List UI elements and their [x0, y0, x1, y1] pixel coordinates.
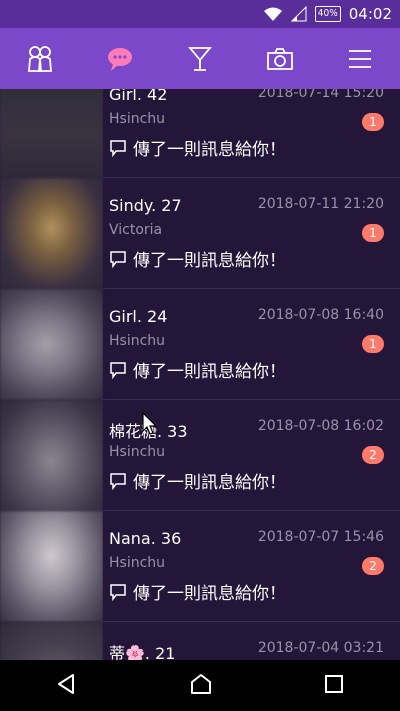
wifi-icon — [263, 7, 282, 21]
timestamp: 2018-07-11 21:20 — [257, 196, 384, 212]
message-text: 傳了一則訊息給你！ — [133, 584, 286, 604]
avatar — [0, 511, 103, 622]
camera-icon — [267, 47, 293, 70]
status-bar: 40% 04:02 — [0, 0, 400, 28]
cocktail-icon — [188, 46, 212, 71]
timestamp: 2018-07-08 16:40 — [257, 307, 384, 323]
back-button[interactable] — [55, 672, 79, 700]
contact-city: Hsinchu — [109, 333, 166, 349]
menu-icon — [349, 49, 371, 68]
battery-icon: 40% — [314, 6, 341, 22]
message-preview: 傳了一則訊息給你！ — [109, 246, 286, 271]
contact-name: Nana. 36 — [109, 529, 182, 548]
signal-icon — [290, 6, 307, 22]
contact-name: Girl. 24 — [109, 307, 168, 326]
timestamp: 2018-07-14 15:20 — [257, 89, 384, 101]
message-text: 傳了一則訊息給你！ — [133, 362, 286, 382]
tab-cocktail[interactable] — [175, 34, 225, 84]
conversation-content: Nana. 36 2018-07-07 15:46 Hsinchu 2 傳了一則… — [103, 511, 400, 622]
conversation-content: Sindy. 27 2018-07-11 21:20 Victoria 1 傳了… — [103, 178, 400, 289]
timestamp: 2018-07-04 03:21 — [257, 640, 384, 656]
speech-bubble-icon — [110, 361, 126, 379]
speech-bubble-icon — [110, 583, 126, 601]
unread-badge: 2 — [362, 557, 384, 575]
tab-menu[interactable] — [335, 34, 385, 84]
conversation-content: Girl. 24 2018-07-08 16:40 Hsinchu 1 傳了一則… — [103, 289, 400, 400]
avatar — [0, 400, 103, 511]
contact-name: Girl. 42 — [109, 89, 168, 104]
chat-icon — [108, 47, 132, 71]
speech-bubble-icon — [110, 139, 126, 157]
timestamp: 2018-07-07 15:46 — [257, 529, 384, 545]
conversation-content: Girl. 42 2018-07-14 15:20 Hsinchu 1 傳了一則… — [103, 89, 400, 178]
tab-chat[interactable] — [95, 34, 145, 84]
timestamp: 2018-07-08 16:02 — [257, 418, 384, 434]
mouse-cursor-icon — [142, 412, 158, 435]
recents-button[interactable] — [323, 673, 345, 699]
contact-name: Sindy. 27 — [109, 196, 182, 215]
conversation-content: 蒂🌸. 21 2018-07-04 03:21 — [103, 622, 400, 660]
contact-city: Hsinchu — [109, 555, 166, 571]
avatar — [0, 178, 103, 289]
speech-bubble-icon — [110, 472, 126, 490]
unread-badge: 1 — [362, 224, 384, 242]
message-preview: 傳了一則訊息給你！ — [109, 357, 286, 382]
unread-badge: 1 — [362, 113, 384, 131]
conversation-item[interactable]: Girl. 24 2018-07-08 16:40 Hsinchu 1 傳了一則… — [0, 289, 400, 400]
message-preview: 傳了一則訊息給你！ — [109, 468, 286, 493]
top-nav — [0, 28, 400, 89]
message-text: 傳了一則訊息給你！ — [133, 140, 286, 160]
conversation-item[interactable]: Sindy. 27 2018-07-11 21:20 Victoria 1 傳了… — [0, 178, 400, 289]
contact-city: Hsinchu — [109, 444, 166, 460]
clock: 04:02 — [348, 5, 392, 23]
conversation-item[interactable]: Girl. 42 2018-07-14 15:20 Hsinchu 1 傳了一則… — [0, 89, 400, 178]
home-button[interactable] — [189, 672, 213, 700]
home-icon — [191, 673, 211, 694]
contact-city: Victoria — [109, 222, 163, 238]
contact-city: Hsinchu — [109, 111, 166, 127]
message-text: 傳了一則訊息給你！ — [133, 473, 286, 493]
system-nav-bar — [0, 660, 400, 711]
tab-users[interactable] — [15, 34, 65, 84]
message-text: 傳了一則訊息給你！ — [133, 251, 286, 271]
speech-bubble-icon — [110, 250, 126, 268]
conversation-list[interactable]: Girl. 42 2018-07-14 15:20 Hsinchu 1 傳了一則… — [0, 89, 400, 660]
conversation-item[interactable]: Nana. 36 2018-07-07 15:46 Hsinchu 2 傳了一則… — [0, 511, 400, 622]
avatar — [0, 89, 103, 178]
users-icon — [28, 45, 52, 72]
avatar — [0, 622, 103, 660]
unread-badge: 1 — [362, 335, 384, 353]
recents-icon — [325, 674, 343, 693]
message-preview: 傳了一則訊息給你！ — [109, 579, 286, 604]
message-preview: 傳了一則訊息給你！ — [109, 135, 286, 160]
conversation-item[interactable]: 棉花糖. 33 2018-07-08 16:02 Hsinchu 2 傳了一則訊… — [0, 400, 400, 511]
unread-badge: 2 — [362, 446, 384, 464]
back-icon — [58, 673, 74, 694]
tab-camera[interactable] — [255, 34, 305, 84]
contact-name: 蒂🌸. 21 — [109, 644, 176, 660]
conversation-item[interactable]: 蒂🌸. 21 2018-07-04 03:21 — [0, 622, 400, 660]
avatar — [0, 289, 103, 400]
